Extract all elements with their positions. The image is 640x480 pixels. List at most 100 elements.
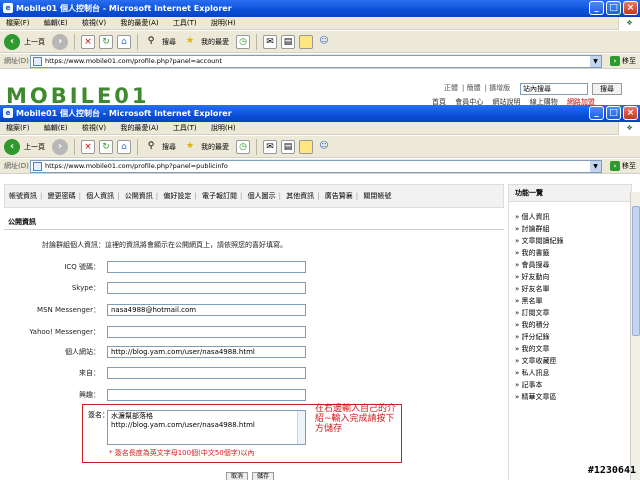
sidebar-item-ratings[interactable]: » 評分紀錄 — [515, 331, 631, 343]
address-url[interactable]: https://www.mobile01.com/profile.php?pan… — [45, 57, 222, 65]
chevron-down-icon[interactable]: ▼ — [590, 161, 601, 172]
note-icon[interactable] — [299, 34, 313, 49]
sidebar-item-bookmarks[interactable]: » 我的書籤 — [515, 247, 631, 259]
page-scrollbar[interactable] — [630, 192, 640, 480]
scrollbar-thumb[interactable] — [632, 206, 640, 336]
back-label[interactable]: 上一頁 — [24, 142, 45, 152]
yahoo-input[interactable] — [107, 326, 306, 338]
tab-ads[interactable]: 廣告贊襄 — [325, 192, 353, 200]
forward-arrow-icon[interactable]: › — [52, 138, 68, 155]
menu-help[interactable]: 說明(H) — [211, 124, 236, 132]
menu-tools[interactable]: 工具(T) — [173, 124, 197, 132]
tab-close-account[interactable]: 關閉帳號 — [363, 192, 391, 200]
sidebar-item-featured[interactable]: » 精華文章區 — [515, 391, 631, 403]
menu-edit[interactable]: 編輯(E) — [44, 124, 68, 132]
maximize-button[interactable]: □ — [606, 106, 621, 120]
sidebar-item-member-search[interactable]: » 會員搜尋 — [515, 259, 631, 271]
favorites-label[interactable]: 我的最愛 — [201, 37, 229, 47]
signature-textarea[interactable]: 水濂幫部落格 http://blog.yam.com/user/nasa4988… — [107, 410, 306, 445]
history-icon[interactable]: ◷ — [236, 34, 250, 49]
note-icon[interactable] — [299, 139, 313, 154]
site-logo[interactable]: MOBILE01 — [6, 86, 150, 107]
sidebar-item-friend-activity[interactable]: » 好友動向 — [515, 271, 631, 283]
maximize-button[interactable]: □ — [606, 1, 621, 15]
scrollbar[interactable] — [297, 411, 305, 444]
back-arrow-icon[interactable]: ‹ — [4, 138, 20, 155]
link-traditional[interactable]: 正體 — [444, 84, 458, 92]
sidebar-item-subscriptions[interactable]: » 訂閱文章 — [515, 307, 631, 319]
favorites-star-icon[interactable]: ★ — [183, 140, 197, 154]
search-icon[interactable]: ⚲ — [144, 140, 158, 154]
go-button[interactable]: › 移至 — [610, 161, 636, 171]
menu-favorites[interactable]: 我的最愛(A) — [120, 19, 158, 27]
link-extended[interactable]: 擴增版 — [489, 84, 510, 92]
menu-file[interactable]: 檔案(F) — [6, 124, 30, 132]
minimize-button[interactable]: _ — [589, 1, 604, 15]
menu-edit[interactable]: 編輯(E) — [44, 19, 68, 27]
icq-input[interactable] — [107, 261, 306, 273]
address-url[interactable]: https://www.mobile01.com/profile.php?pan… — [45, 162, 228, 170]
close-button[interactable]: × — [623, 106, 638, 120]
stop-icon[interactable]: × — [81, 34, 95, 49]
tab-password[interactable]: 變更密碼 — [48, 192, 76, 200]
forward-arrow-icon[interactable]: › — [52, 33, 68, 50]
print-icon[interactable]: ▤ — [281, 139, 295, 154]
site-search-input[interactable]: 站內搜尋 — [520, 83, 588, 95]
back-arrow-icon[interactable]: ‹ — [4, 33, 20, 50]
minimize-button[interactable]: _ — [589, 106, 604, 120]
home-icon[interactable]: ⌂ — [117, 34, 131, 49]
interests-input[interactable] — [107, 389, 306, 401]
tab-avatar[interactable]: 個人圖示 — [248, 192, 276, 200]
menu-help[interactable]: 說明(H) — [211, 19, 236, 27]
history-icon[interactable]: ◷ — [236, 139, 250, 154]
messenger-icon[interactable]: ☺ — [317, 140, 331, 154]
location-input[interactable] — [107, 367, 306, 379]
sidebar-item-my-posts[interactable]: » 我的文章 — [515, 343, 631, 355]
home-icon[interactable]: ⌂ — [117, 139, 131, 154]
sidebar-item-groups[interactable]: » 討論群組 — [515, 223, 631, 235]
tab-personal[interactable]: 個人資訊 — [86, 192, 114, 200]
back-label[interactable]: 上一頁 — [24, 37, 45, 47]
refresh-icon[interactable]: ↻ — [99, 34, 113, 49]
mail-icon[interactable]: ✉ — [263, 139, 277, 154]
go-button[interactable]: › 移至 — [610, 56, 636, 66]
search-label[interactable]: 搜尋 — [162, 37, 176, 47]
sidebar-item-personal-info[interactable]: » 個人資訊 — [515, 211, 631, 223]
cancel-button[interactable]: 取消 — [226, 472, 248, 480]
menu-view[interactable]: 檢視(V) — [82, 19, 106, 27]
tab-newsletter[interactable]: 電子報訂閱 — [202, 192, 237, 200]
sidebar-item-favorites[interactable]: » 文章收藏匣 — [515, 355, 631, 367]
search-label[interactable]: 搜尋 — [162, 142, 176, 152]
menu-tools[interactable]: 工具(T) — [173, 19, 197, 27]
sidebar-item-notebook[interactable]: » 記事本 — [515, 379, 631, 391]
sidebar-item-blacklist[interactable]: » 黑名單 — [515, 295, 631, 307]
favorites-star-icon[interactable]: ★ — [183, 35, 197, 49]
msn-input[interactable]: nasa4988@hotmail.com — [107, 304, 306, 316]
menu-view[interactable]: 檢視(V) — [82, 124, 106, 132]
link-simplified[interactable]: 簡體 — [467, 84, 481, 92]
tab-preferences[interactable]: 偏好設定 — [163, 192, 191, 200]
tab-other[interactable]: 其他資訊 — [286, 192, 314, 200]
menu-file[interactable]: 檔案(F) — [6, 19, 30, 27]
tab-public[interactable]: 公開資訊 — [125, 192, 153, 200]
skype-input[interactable] — [107, 282, 306, 294]
save-button[interactable]: 儲存 — [252, 472, 274, 480]
chevron-down-icon[interactable]: ▼ — [590, 56, 601, 67]
stop-icon[interactable]: × — [81, 139, 95, 154]
favorites-label[interactable]: 我的最愛 — [201, 142, 229, 152]
tab-account[interactable]: 帳號資訊 — [9, 192, 37, 200]
menu-favorites[interactable]: 我的最愛(A) — [120, 124, 158, 132]
website-input[interactable]: http://blog.yam.com/user/nasa4988.html — [107, 346, 306, 358]
address-input[interactable]: https://www.mobile01.com/profile.php?pan… — [30, 160, 602, 173]
print-icon[interactable]: ▤ — [281, 34, 295, 49]
close-button[interactable]: × — [623, 1, 638, 15]
search-icon[interactable]: ⚲ — [144, 35, 158, 49]
sidebar-item-read-history[interactable]: » 文章閱讀紀錄 — [515, 235, 631, 247]
site-search-button[interactable]: 搜尋 — [592, 83, 622, 95]
sidebar-item-messages[interactable]: » 私人訊息 — [515, 367, 631, 379]
messenger-icon[interactable]: ☺ — [317, 35, 331, 49]
address-input[interactable]: https://www.mobile01.com/profile.php?pan… — [30, 55, 602, 68]
mail-icon[interactable]: ✉ — [263, 34, 277, 49]
sidebar-item-friend-list[interactable]: » 好友名單 — [515, 283, 631, 295]
sidebar-item-points[interactable]: » 我的積分 — [515, 319, 631, 331]
